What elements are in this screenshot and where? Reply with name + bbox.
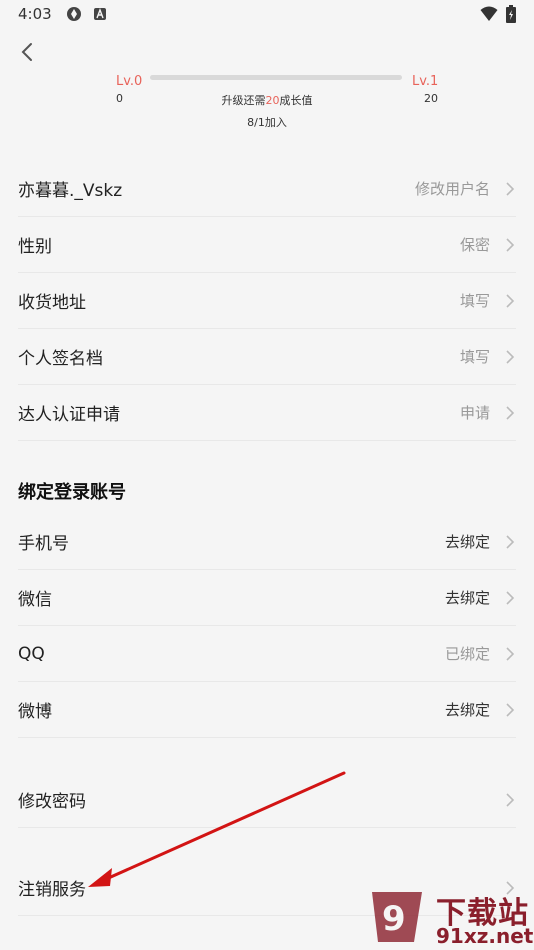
back-arrow-icon[interactable] xyxy=(16,40,40,64)
level-progress: Lv.0 Lv.1 0 20 升级还需20成长值 8/1加入 xyxy=(0,72,534,132)
bind-section-title: 绑定登录账号 xyxy=(18,482,126,503)
level-need-amount: 20 xyxy=(265,94,280,107)
level-progress-track xyxy=(150,75,402,80)
row-label: 性别 xyxy=(18,237,52,257)
a-icon xyxy=(93,8,106,20)
row-value: 填写 xyxy=(459,348,490,366)
row-label: 手机号 xyxy=(18,534,69,554)
chevron-right-icon xyxy=(506,181,515,196)
row-address[interactable]: 收货地址 填写 xyxy=(18,273,516,329)
row-bind-phone[interactable]: 手机号 去绑定 xyxy=(18,514,516,570)
row-label: 微信 xyxy=(18,590,52,610)
row-value: 已绑定 xyxy=(444,645,490,663)
chevron-right-icon xyxy=(506,349,515,364)
row-label: 亦暮暮._Vskz xyxy=(18,181,123,201)
notification-icon xyxy=(66,7,81,21)
level-current-label: Lv.0 xyxy=(116,74,143,89)
row-expert-apply[interactable]: 达人认证申请 申请 xyxy=(18,385,516,441)
row-label: 微博 xyxy=(18,702,52,722)
row-change-password[interactable]: 修改密码 xyxy=(18,772,516,828)
row-bind-qq[interactable]: QQ 已绑定 xyxy=(18,626,516,682)
row-username[interactable]: 亦暮暮._Vskz 修改用户名 xyxy=(18,161,516,217)
svg-text:9: 9 xyxy=(382,899,406,939)
wifi-icon xyxy=(480,6,498,21)
row-signature[interactable]: 个人签名档 填写 xyxy=(18,329,516,385)
chevron-right-icon xyxy=(506,702,515,717)
row-value: 去绑定 xyxy=(444,533,490,551)
row-bind-weibo[interactable]: 微博 去绑定 xyxy=(18,682,516,738)
row-value: 申请 xyxy=(459,404,490,422)
row-value: 去绑定 xyxy=(444,589,490,607)
chevron-right-icon xyxy=(506,237,515,252)
level-next-label: Lv.1 xyxy=(412,74,439,89)
battery-icon xyxy=(506,5,516,23)
status-bar: 4:03 xyxy=(0,0,534,28)
row-label: 修改密码 xyxy=(18,792,86,812)
joined-date: 8/1加入 xyxy=(247,116,287,129)
chevron-right-icon xyxy=(506,646,515,661)
row-label: 注销服务 xyxy=(18,880,86,900)
chevron-right-icon xyxy=(506,534,515,549)
chevron-right-icon xyxy=(506,792,515,807)
chevron-right-icon xyxy=(506,293,515,308)
row-gender[interactable]: 性别 保密 xyxy=(18,217,516,273)
row-label: 达人认证申请 xyxy=(18,405,120,425)
row-value: 去绑定 xyxy=(444,701,490,719)
level-need-text: 升级还需20成长值 xyxy=(221,94,313,107)
row-value: 修改用户名 xyxy=(414,180,490,198)
status-time: 4:03 xyxy=(18,5,52,23)
row-label: 收货地址 xyxy=(18,293,86,313)
row-value: 保密 xyxy=(459,236,490,254)
chevron-right-icon xyxy=(506,405,515,420)
row-label: 个人签名档 xyxy=(18,349,103,369)
row-bind-wechat[interactable]: 微信 去绑定 xyxy=(18,570,516,626)
row-label: QQ xyxy=(18,643,45,664)
watermark-url: 91xz.net xyxy=(436,924,534,948)
chevron-right-icon xyxy=(506,590,515,605)
watermark-logo-icon: 9 xyxy=(372,892,422,942)
row-value: 填写 xyxy=(459,292,490,310)
